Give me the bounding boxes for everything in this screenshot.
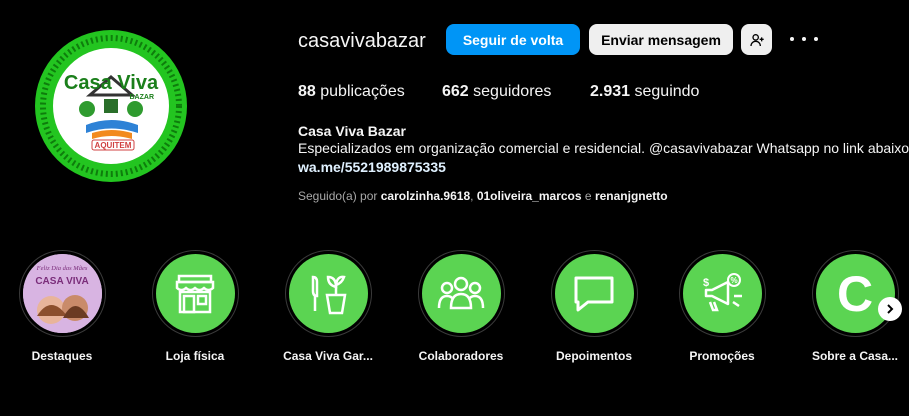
highlight-colaboradores[interactable]: Colaboradores <box>411 250 511 363</box>
highlight-cover <box>554 254 634 333</box>
highlights-next-button[interactable] <box>878 297 902 321</box>
svg-text:%: % <box>730 276 737 285</box>
highlight-ring <box>417 250 505 337</box>
highlight-cover <box>288 254 368 333</box>
thumb-text-1: Feliz Dia das Mães <box>35 265 87 272</box>
profile-display-name: Casa Viva Bazar <box>298 123 406 139</box>
highlight-ring: Feliz Dia das Mães CASA VIVA <box>18 250 106 337</box>
logo-text-tag: AQUITEM <box>95 141 132 150</box>
highlight-cover: % $ <box>682 254 762 333</box>
following-label: seguindo <box>634 83 700 100</box>
group-icon <box>437 276 485 309</box>
story-highlights: Feliz Dia das Mães CASA VIVA Destaques L… <box>0 250 909 380</box>
followed-by-user-3: renanjgnetto <box>594 189 668 203</box>
highlight-ring <box>151 250 239 337</box>
logo-text-sub: BAZAR <box>130 94 155 101</box>
followed-by-conj: e <box>584 189 592 203</box>
megaphone-icon: % $ <box>703 272 742 311</box>
highlight-depoimentos[interactable]: Depoimentos <box>544 250 644 363</box>
highlight-ring: % $ <box>678 250 766 337</box>
highlight-label: Casa Viva Gar... <box>283 349 373 363</box>
highlight-label: Promoções <box>689 349 755 363</box>
followed-by-user-2: 01oliveira_marcos <box>476 189 582 203</box>
casa-viva-logo: Casa Viva BAZAR AQUITEM <box>35 30 187 182</box>
followed-by-user-1: carolzinha.9618 <box>380 189 471 203</box>
thumb-text-2: CASA VIVA <box>35 276 88 287</box>
highlight-cover: C <box>815 254 895 333</box>
profile-avatar[interactable]: Casa Viva BAZAR AQUITEM <box>34 29 188 183</box>
posts-count: 88 <box>298 83 316 100</box>
highlight-loja-fisica[interactable]: Loja física <box>145 250 245 363</box>
followers-count: 662 <box>442 83 469 100</box>
chat-bubble-icon <box>574 276 614 311</box>
letter-c-icon: C <box>836 265 874 322</box>
svg-text:$: $ <box>703 277 709 289</box>
gardening-icon <box>311 275 347 314</box>
highlight-label: Sobre a Casa... <box>811 349 899 363</box>
highlight-ring <box>550 250 638 337</box>
chevron-right-icon <box>887 304 894 314</box>
followers-stat[interactable]: 662 seguidores <box>442 83 551 101</box>
highlight-label: Destaques <box>31 349 93 363</box>
highlight-destaques[interactable]: Feliz Dia das Mães CASA VIVA Destaques <box>12 250 112 363</box>
profile-username: casavivabazar <box>298 30 426 52</box>
photo-thumbnail: Feliz Dia das Mães CASA VIVA <box>22 254 102 333</box>
followed-by-sep: , <box>470 189 474 203</box>
logo-text-main: Casa Viva <box>64 72 159 94</box>
highlight-label: Depoimentos <box>555 349 632 363</box>
posts-stat[interactable]: 88 publicações <box>298 83 405 101</box>
person-plus-icon <box>749 33 764 46</box>
highlight-label: Colaboradores <box>418 349 504 363</box>
highlight-ring: C <box>811 250 899 337</box>
more-options-icon[interactable] <box>790 29 818 49</box>
highlight-cover <box>155 254 235 333</box>
highlight-promocoes[interactable]: % $ Promoções <box>672 250 772 363</box>
followed-by-prefix: Seguido(a) por <box>298 189 378 203</box>
highlight-label: Loja física <box>165 349 225 363</box>
highlight-ring <box>284 250 372 337</box>
followers-label: seguidores <box>473 83 552 100</box>
highlight-casa-viva-garden[interactable]: Casa Viva Gar... <box>278 250 378 363</box>
following-stat[interactable]: 2.931 seguindo <box>590 83 699 101</box>
following-count: 2.931 <box>590 83 631 100</box>
posts-label: publicações <box>320 83 405 100</box>
storefront-icon <box>175 274 215 313</box>
profile-link[interactable]: wa.me/5521989875335 <box>298 159 446 175</box>
followed-by[interactable]: Seguido(a) por carolzinha.9618, 01olivei… <box>298 189 668 203</box>
suggest-users-button[interactable] <box>741 24 772 55</box>
profile-bio: Especializados em organização comercial … <box>298 140 909 156</box>
highlight-cover <box>421 254 501 333</box>
follow-back-button[interactable]: Seguir de volta <box>446 24 580 55</box>
send-message-button[interactable]: Enviar mensagem <box>589 24 733 55</box>
